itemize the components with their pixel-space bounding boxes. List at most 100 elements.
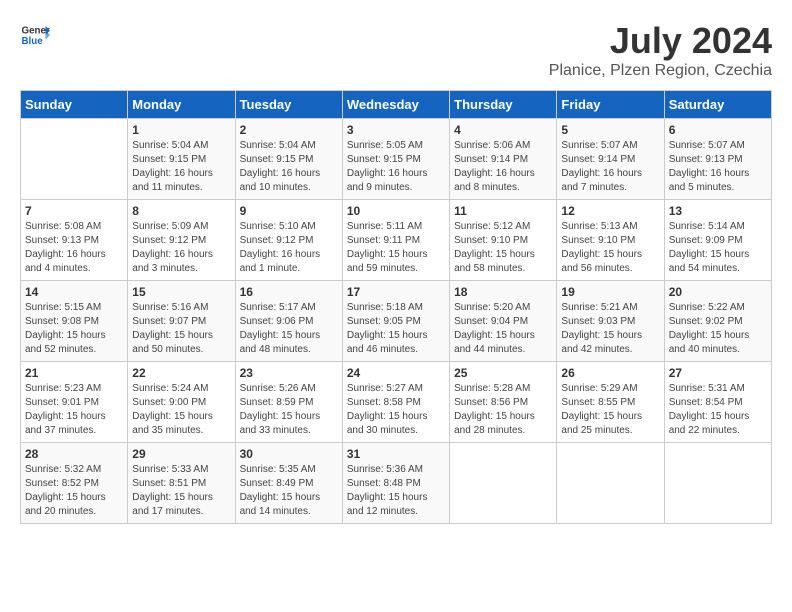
day-info: Sunrise: 5:22 AMSunset: 9:02 PMDaylight:… (669, 301, 767, 357)
day-info: Sunrise: 5:23 AMSunset: 9:01 PMDaylight:… (25, 382, 123, 438)
day-number: 2 (240, 123, 338, 137)
day-number: 16 (240, 285, 338, 299)
calendar-cell (664, 443, 771, 524)
day-info: Sunrise: 5:36 AMSunset: 8:48 PMDaylight:… (347, 463, 445, 519)
day-info: Sunrise: 5:26 AMSunset: 8:59 PMDaylight:… (240, 382, 338, 438)
calendar-week-row: 28 Sunrise: 5:32 AMSunset: 8:52 PMDaylig… (21, 443, 772, 524)
calendar-cell: 12 Sunrise: 5:13 AMSunset: 9:10 PMDaylig… (557, 200, 664, 281)
calendar-cell: 22 Sunrise: 5:24 AMSunset: 9:00 PMDaylig… (128, 362, 235, 443)
calendar-cell: 7 Sunrise: 5:08 AMSunset: 9:13 PMDayligh… (21, 200, 128, 281)
calendar-cell: 2 Sunrise: 5:04 AMSunset: 9:15 PMDayligh… (235, 119, 342, 200)
day-number: 15 (132, 285, 230, 299)
calendar-cell: 18 Sunrise: 5:20 AMSunset: 9:04 PMDaylig… (450, 281, 557, 362)
calendar-cell: 23 Sunrise: 5:26 AMSunset: 8:59 PMDaylig… (235, 362, 342, 443)
weekday-header: Saturday (664, 91, 771, 119)
calendar-cell: 5 Sunrise: 5:07 AMSunset: 9:14 PMDayligh… (557, 119, 664, 200)
calendar-cell: 25 Sunrise: 5:28 AMSunset: 8:56 PMDaylig… (450, 362, 557, 443)
day-info: Sunrise: 5:07 AMSunset: 9:14 PMDaylight:… (561, 139, 659, 195)
calendar-cell: 3 Sunrise: 5:05 AMSunset: 9:15 PMDayligh… (342, 119, 449, 200)
calendar-cell: 15 Sunrise: 5:16 AMSunset: 9:07 PMDaylig… (128, 281, 235, 362)
logo: General Blue (20, 20, 50, 50)
calendar-cell: 9 Sunrise: 5:10 AMSunset: 9:12 PMDayligh… (235, 200, 342, 281)
day-info: Sunrise: 5:04 AMSunset: 9:15 PMDaylight:… (132, 139, 230, 195)
weekday-row: SundayMondayTuesdayWednesdayThursdayFrid… (21, 91, 772, 119)
calendar-cell: 29 Sunrise: 5:33 AMSunset: 8:51 PMDaylig… (128, 443, 235, 524)
day-info: Sunrise: 5:06 AMSunset: 9:14 PMDaylight:… (454, 139, 552, 195)
weekday-header: Tuesday (235, 91, 342, 119)
day-info: Sunrise: 5:20 AMSunset: 9:04 PMDaylight:… (454, 301, 552, 357)
calendar-cell: 21 Sunrise: 5:23 AMSunset: 9:01 PMDaylig… (21, 362, 128, 443)
calendar-header: SundayMondayTuesdayWednesdayThursdayFrid… (21, 91, 772, 119)
page-header: General Blue July 2024 Planice, Plzen Re… (20, 20, 772, 80)
day-number: 14 (25, 285, 123, 299)
day-info: Sunrise: 5:14 AMSunset: 9:09 PMDaylight:… (669, 220, 767, 276)
day-number: 4 (454, 123, 552, 137)
day-number: 25 (454, 366, 552, 380)
calendar-cell (557, 443, 664, 524)
day-info: Sunrise: 5:31 AMSunset: 8:54 PMDaylight:… (669, 382, 767, 438)
day-info: Sunrise: 5:29 AMSunset: 8:55 PMDaylight:… (561, 382, 659, 438)
day-info: Sunrise: 5:16 AMSunset: 9:07 PMDaylight:… (132, 301, 230, 357)
day-number: 31 (347, 447, 445, 461)
calendar-cell: 8 Sunrise: 5:09 AMSunset: 9:12 PMDayligh… (128, 200, 235, 281)
day-number: 20 (669, 285, 767, 299)
calendar-week-row: 7 Sunrise: 5:08 AMSunset: 9:13 PMDayligh… (21, 200, 772, 281)
day-number: 17 (347, 285, 445, 299)
day-number: 5 (561, 123, 659, 137)
day-number: 1 (132, 123, 230, 137)
calendar-cell: 1 Sunrise: 5:04 AMSunset: 9:15 PMDayligh… (128, 119, 235, 200)
day-info: Sunrise: 5:35 AMSunset: 8:49 PMDaylight:… (240, 463, 338, 519)
calendar-cell: 4 Sunrise: 5:06 AMSunset: 9:14 PMDayligh… (450, 119, 557, 200)
day-info: Sunrise: 5:27 AMSunset: 8:58 PMDaylight:… (347, 382, 445, 438)
svg-text:Blue: Blue (22, 36, 44, 47)
day-info: Sunrise: 5:07 AMSunset: 9:13 PMDaylight:… (669, 139, 767, 195)
weekday-header: Monday (128, 91, 235, 119)
day-number: 13 (669, 204, 767, 218)
day-info: Sunrise: 5:04 AMSunset: 9:15 PMDaylight:… (240, 139, 338, 195)
day-info: Sunrise: 5:11 AMSunset: 9:11 PMDaylight:… (347, 220, 445, 276)
calendar-cell: 11 Sunrise: 5:12 AMSunset: 9:10 PMDaylig… (450, 200, 557, 281)
calendar-cell: 6 Sunrise: 5:07 AMSunset: 9:13 PMDayligh… (664, 119, 771, 200)
day-info: Sunrise: 5:05 AMSunset: 9:15 PMDaylight:… (347, 139, 445, 195)
calendar-week-row: 21 Sunrise: 5:23 AMSunset: 9:01 PMDaylig… (21, 362, 772, 443)
day-number: 27 (669, 366, 767, 380)
weekday-header: Friday (557, 91, 664, 119)
weekday-header: Wednesday (342, 91, 449, 119)
day-info: Sunrise: 5:10 AMSunset: 9:12 PMDaylight:… (240, 220, 338, 276)
day-number: 7 (25, 204, 123, 218)
location-subtitle: Planice, Plzen Region, Czechia (549, 62, 772, 80)
day-number: 6 (669, 123, 767, 137)
calendar-cell: 14 Sunrise: 5:15 AMSunset: 9:08 PMDaylig… (21, 281, 128, 362)
day-number: 30 (240, 447, 338, 461)
day-number: 12 (561, 204, 659, 218)
day-number: 3 (347, 123, 445, 137)
day-info: Sunrise: 5:08 AMSunset: 9:13 PMDaylight:… (25, 220, 123, 276)
calendar-cell: 20 Sunrise: 5:22 AMSunset: 9:02 PMDaylig… (664, 281, 771, 362)
day-number: 28 (25, 447, 123, 461)
calendar-cell: 17 Sunrise: 5:18 AMSunset: 9:05 PMDaylig… (342, 281, 449, 362)
day-number: 26 (561, 366, 659, 380)
calendar-body: 1 Sunrise: 5:04 AMSunset: 9:15 PMDayligh… (21, 119, 772, 524)
day-number: 23 (240, 366, 338, 380)
day-number: 9 (240, 204, 338, 218)
calendar-cell (450, 443, 557, 524)
calendar-cell: 26 Sunrise: 5:29 AMSunset: 8:55 PMDaylig… (557, 362, 664, 443)
day-number: 10 (347, 204, 445, 218)
day-number: 21 (25, 366, 123, 380)
day-info: Sunrise: 5:33 AMSunset: 8:51 PMDaylight:… (132, 463, 230, 519)
weekday-header: Thursday (450, 91, 557, 119)
calendar-cell: 28 Sunrise: 5:32 AMSunset: 8:52 PMDaylig… (21, 443, 128, 524)
day-number: 22 (132, 366, 230, 380)
calendar-cell: 13 Sunrise: 5:14 AMSunset: 9:09 PMDaylig… (664, 200, 771, 281)
month-year-title: July 2024 (549, 20, 772, 62)
day-number: 18 (454, 285, 552, 299)
day-info: Sunrise: 5:21 AMSunset: 9:03 PMDaylight:… (561, 301, 659, 357)
calendar-cell (21, 119, 128, 200)
calendar-cell: 27 Sunrise: 5:31 AMSunset: 8:54 PMDaylig… (664, 362, 771, 443)
day-info: Sunrise: 5:12 AMSunset: 9:10 PMDaylight:… (454, 220, 552, 276)
calendar-week-row: 14 Sunrise: 5:15 AMSunset: 9:08 PMDaylig… (21, 281, 772, 362)
day-number: 19 (561, 285, 659, 299)
calendar-table: SundayMondayTuesdayWednesdayThursdayFrid… (20, 90, 772, 524)
calendar-cell: 16 Sunrise: 5:17 AMSunset: 9:06 PMDaylig… (235, 281, 342, 362)
day-info: Sunrise: 5:32 AMSunset: 8:52 PMDaylight:… (25, 463, 123, 519)
